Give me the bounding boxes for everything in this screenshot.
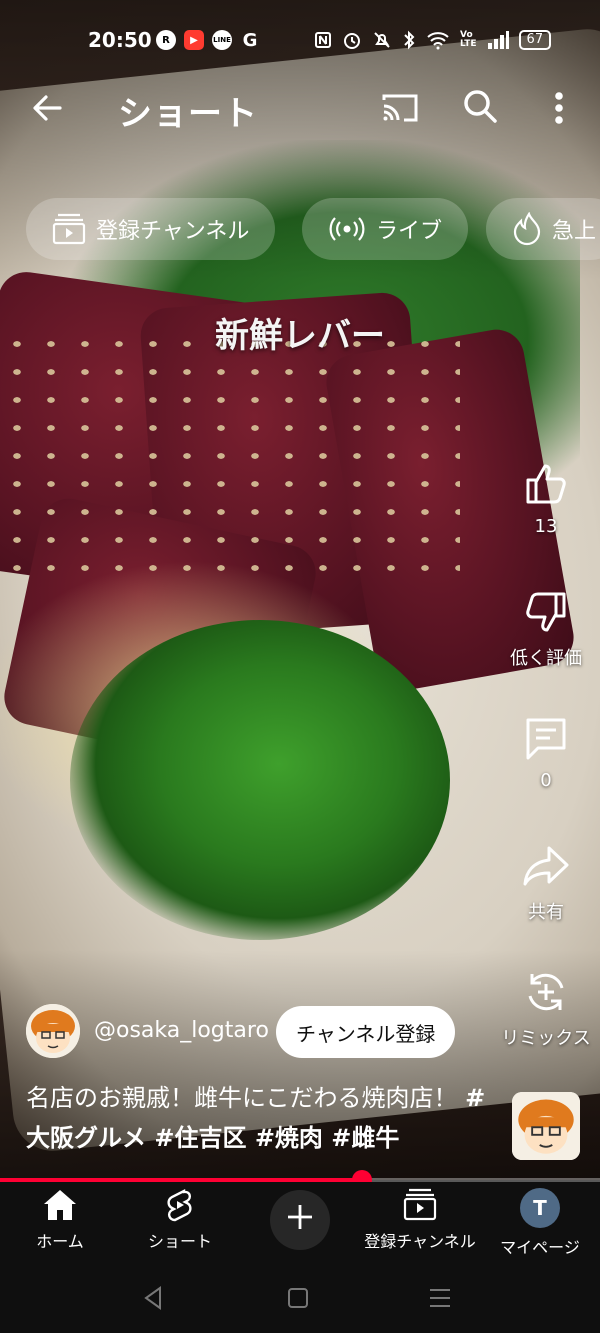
system-home-button[interactable]	[284, 1284, 312, 1312]
green-onion-image	[70, 620, 450, 940]
signal-icon	[487, 31, 509, 49]
nav-subscriptions[interactable]: 登録チャンネル	[350, 1188, 490, 1252]
nav-my-page[interactable]: T マイページ	[470, 1188, 600, 1258]
youtube-app-icon: ▶	[184, 30, 204, 50]
remix-icon	[528, 973, 564, 1011]
subscriptions-icon	[403, 1188, 437, 1221]
dislike-button[interactable]: 低く評価	[491, 588, 600, 670]
avatar-illustration	[26, 1004, 80, 1058]
channel-avatar[interactable]	[26, 1004, 80, 1058]
channel-handle[interactable]: @osaka_logtaro	[94, 1018, 269, 1043]
cast-icon	[382, 94, 418, 122]
share-button[interactable]: 共有	[491, 842, 600, 924]
line-app-icon: LINE	[212, 30, 232, 50]
recents-icon	[430, 1289, 450, 1307]
nav-shorts-label: ショート	[147, 1232, 212, 1251]
search-icon	[464, 90, 497, 123]
description-text: 名店のお親戚！雌牛にこだわる焼肉店！	[26, 1084, 458, 1112]
like-button[interactable]: 13	[491, 460, 600, 537]
system-recents-button[interactable]	[426, 1284, 454, 1312]
system-status-icons: Vo LTE 67	[314, 30, 552, 50]
bottom-navigation: ホーム ショート 登録チャンネル T マイページ	[0, 1182, 600, 1262]
thumbs-up-icon	[526, 464, 566, 504]
chip-live[interactable]: ライブ	[302, 198, 469, 260]
notification-icons: R ▶ LINE G	[156, 29, 260, 51]
avatar-illustration	[512, 1092, 580, 1160]
nfc-icon	[315, 32, 331, 48]
top-app-bar: ショート	[0, 76, 600, 140]
google-app-icon: G	[242, 29, 258, 51]
live-icon	[329, 217, 365, 241]
back-button[interactable]	[26, 86, 70, 130]
chip-label: ライブ	[376, 219, 443, 244]
cast-button[interactable]	[378, 86, 422, 130]
chip-label: 登録チャンネル	[96, 219, 250, 244]
nav-subscriptions-label: 登録チャンネル	[364, 1232, 476, 1251]
comment-icon	[526, 718, 566, 760]
like-count: 13	[534, 516, 558, 537]
dislike-label: 低く評価	[510, 648, 582, 669]
nav-create[interactable]	[230, 1190, 370, 1250]
sound-thumbnail[interactable]	[512, 1092, 580, 1160]
remix-label: リミックス	[501, 1028, 591, 1049]
feed-filter-chips: 登録チャンネル ライブ 急上	[26, 198, 600, 260]
video-overlay-text: 新鮮レバー	[215, 316, 385, 356]
chip-label: 急上	[552, 219, 597, 244]
triangle-back-icon	[144, 1286, 161, 1310]
wifi-icon	[427, 32, 449, 50]
chip-subscriptions[interactable]: 登録チャンネル	[26, 198, 276, 260]
alarm-icon	[344, 33, 360, 49]
share-label: 共有	[528, 902, 564, 923]
remix-button[interactable]: リミックス	[491, 968, 600, 1050]
page-title: ショート	[118, 94, 258, 134]
channel-row: @osaka_logtaro チャンネル登録	[26, 1004, 486, 1060]
back-arrow-icon	[33, 95, 62, 121]
square-home-icon	[288, 1288, 308, 1308]
status-bar: 20:50 R ▶ LINE G Vo LTE 67	[0, 22, 600, 62]
thumbs-down-icon	[526, 592, 566, 632]
more-options-button[interactable]	[545, 84, 573, 132]
home-icon	[44, 1190, 76, 1220]
rakuten-app-icon: R	[156, 30, 176, 50]
bluetooth-icon	[404, 30, 415, 50]
share-arrow-icon	[523, 846, 569, 886]
status-time: 20:50	[88, 28, 152, 52]
chip-trending[interactable]: 急上	[486, 198, 600, 260]
plus-icon	[288, 1205, 312, 1229]
comment-button[interactable]: 0	[491, 714, 600, 791]
more-vert-icon	[555, 92, 563, 124]
nav-home-label: ホーム	[36, 1232, 84, 1251]
nav-shorts[interactable]: ショート	[110, 1188, 250, 1252]
comment-count: 0	[540, 770, 552, 791]
subscriptions-icon	[52, 213, 86, 245]
mute-icon	[374, 32, 390, 48]
subscribe-button[interactable]: チャンネル登録	[276, 1006, 456, 1058]
user-avatar: T	[520, 1188, 560, 1228]
video-description[interactable]: 名店のお親戚！雌牛にこだわる焼肉店！ #大阪グルメ #住吉区 #焼肉 #雌牛	[26, 1078, 496, 1158]
nav-my-page-label: マイページ	[500, 1238, 580, 1257]
volte-icon: Vo LTE	[460, 30, 477, 49]
system-back-button[interactable]	[140, 1284, 168, 1312]
create-button[interactable]	[270, 1190, 330, 1250]
battery-indicator: 67	[518, 30, 552, 50]
trending-icon	[513, 212, 541, 246]
system-navigation-bar	[0, 1262, 600, 1333]
sesame-seeds-image	[0, 330, 460, 590]
search-button[interactable]	[458, 84, 502, 128]
shorts-icon	[167, 1189, 192, 1222]
